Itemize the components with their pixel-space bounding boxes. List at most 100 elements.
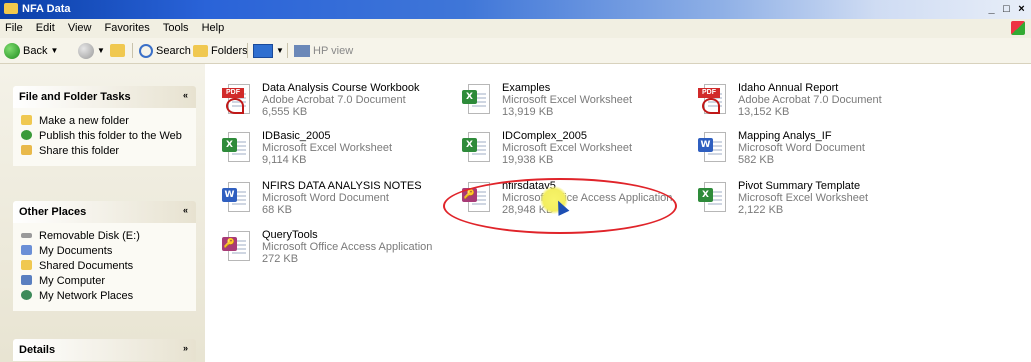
file-size: 2,122 KB: [738, 204, 784, 216]
details-header[interactable]: Details »: [13, 339, 196, 361]
toolbar-separator: [287, 43, 288, 58]
search-button[interactable]: Search: [139, 42, 191, 59]
forward-button[interactable]: ▼: [78, 42, 105, 59]
file-item[interactable]: PDF Idaho Annual Report Adobe Acrobat 7.…: [698, 82, 928, 126]
place-my-computer[interactable]: My Computer: [19, 275, 190, 287]
back-button[interactable]: Back ▼: [4, 42, 58, 59]
file-item[interactable]: PDF Data Analysis Course Workbook Adobe …: [222, 82, 452, 126]
file-item[interactable]: X Pivot Summary Template Microsoft Excel…: [698, 180, 928, 224]
file-item[interactable]: 🔑 QueryTools Microsoft Office Access App…: [222, 229, 452, 273]
chevron-down-icon: ▼: [97, 46, 105, 55]
details-title: Details: [19, 344, 56, 356]
file-size: 19,938 KB: [502, 154, 554, 166]
word-icon: W: [222, 182, 252, 214]
file-size: 582 KB: [738, 154, 775, 166]
file-name: NFIRS DATA ANALYSIS NOTES: [262, 180, 422, 192]
menu-file[interactable]: File: [0, 19, 28, 34]
file-item[interactable]: W Mapping Analys_IF Microsoft Word Docum…: [698, 130, 928, 174]
excel-icon: X: [462, 84, 492, 116]
menu-favorites[interactable]: Favorites: [100, 19, 155, 34]
excel-icon: X: [462, 132, 492, 164]
windows-logo-icon: [1011, 21, 1025, 35]
place-my-documents[interactable]: My Documents: [19, 245, 190, 257]
forward-arrow-icon: [78, 42, 94, 59]
file-type: Microsoft Word Document: [738, 142, 865, 154]
folders-button[interactable]: Folders: [193, 42, 248, 59]
menu-help[interactable]: Help: [197, 19, 230, 34]
file-size: 13,919 KB: [502, 106, 554, 118]
shared-documents-icon: [21, 260, 32, 270]
file-type: Microsoft Word Document: [262, 192, 389, 204]
menu-edit[interactable]: Edit: [31, 19, 60, 34]
hp-view-label: HP view: [313, 44, 354, 57]
excel-icon: X: [222, 132, 252, 164]
file-type: Adobe Acrobat 7.0 Document: [738, 94, 882, 106]
close-button[interactable]: ×: [1014, 2, 1029, 16]
task-pane: File and Folder Tasks « Make a new folde…: [0, 64, 205, 362]
toolbar: Back ▼ ▼ Search Folders ▼ HP view: [0, 38, 1031, 64]
chevron-down-icon: ▼: [50, 46, 59, 55]
task-publish-folder[interactable]: Publish this folder to the Web: [19, 130, 190, 142]
publish-web-icon: [21, 130, 32, 140]
maximize-button[interactable]: □: [999, 2, 1014, 16]
my-documents-icon: [21, 245, 32, 255]
menu-tools[interactable]: Tools: [158, 19, 194, 34]
excel-icon: X: [698, 182, 728, 214]
other-places-header[interactable]: Other Places «: [13, 201, 196, 223]
network-places-icon: [21, 290, 32, 300]
expand-chevron-icon[interactable]: »: [183, 343, 188, 353]
removable-disk-icon: [21, 233, 32, 238]
back-arrow-icon: [4, 42, 20, 59]
task-make-new-folder[interactable]: Make a new folder: [19, 115, 190, 127]
place-label: My Network Places: [39, 290, 134, 302]
file-type: Microsoft Excel Worksheet: [262, 142, 393, 154]
word-icon: W: [698, 132, 728, 164]
place-my-network-places[interactable]: My Network Places: [19, 290, 190, 302]
file-name: Examples: [502, 82, 551, 94]
views-button[interactable]: ▼: [253, 42, 284, 59]
file-type: Microsoft Excel Worksheet: [738, 192, 869, 204]
collapse-chevron-icon[interactable]: «: [183, 205, 188, 215]
hp-view-button[interactable]: HP view: [294, 42, 353, 59]
minimize-button[interactable]: _: [984, 2, 999, 16]
file-size: 9,114 KB: [262, 154, 307, 166]
file-item[interactable]: X Examples Microsoft Excel Worksheet 13,…: [462, 82, 692, 126]
task-share-folder[interactable]: Share this folder: [19, 145, 190, 157]
file-type: Microsoft Office Access Application: [262, 241, 433, 253]
other-places-panel: Other Places « Removable Disk (E:) My Do…: [13, 201, 196, 311]
collapse-chevron-icon[interactable]: «: [183, 90, 188, 100]
up-folder-button[interactable]: [110, 42, 125, 59]
task-label: Publish this folder to the Web: [39, 130, 182, 142]
file-folder-tasks-header[interactable]: File and Folder Tasks «: [13, 86, 196, 108]
place-label: Shared Documents: [39, 260, 134, 272]
hp-view-icon: [294, 44, 310, 57]
chevron-down-icon: ▼: [276, 46, 284, 55]
place-removable-disk[interactable]: Removable Disk (E:): [19, 230, 190, 242]
file-item[interactable]: X IDComplex_2005 Microsoft Excel Workshe…: [462, 130, 692, 174]
toolbar-separator: [247, 43, 248, 58]
file-name: Mapping Analys_IF: [738, 130, 832, 142]
place-label: My Computer: [39, 275, 106, 287]
file-size: 272 KB: [262, 253, 299, 265]
place-shared-documents[interactable]: Shared Documents: [19, 260, 190, 272]
file-name: IDComplex_2005: [502, 130, 587, 142]
file-name: QueryTools: [262, 229, 318, 241]
views-icon: [253, 43, 273, 58]
file-item[interactable]: W NFIRS DATA ANALYSIS NOTES Microsoft Wo…: [222, 180, 452, 224]
file-item[interactable]: X IDBasic_2005 Microsoft Excel Worksheet…: [222, 130, 452, 174]
pdf-icon: PDF: [222, 84, 252, 116]
back-label: Back: [23, 44, 48, 57]
menu-view[interactable]: View: [63, 19, 97, 34]
toolbar-separator: [132, 43, 133, 58]
window-title: NFA Data: [22, 3, 71, 15]
file-size: 6,555 KB: [262, 106, 308, 118]
place-label: My Documents: [39, 245, 113, 257]
title-bar: NFA Data _ □ ×: [0, 0, 1031, 19]
file-name: Data Analysis Course Workbook: [262, 82, 420, 94]
file-name: Idaho Annual Report: [738, 82, 839, 94]
folder-up-icon: [110, 44, 125, 57]
folders-icon: [193, 44, 208, 57]
details-panel: Details »: [13, 339, 196, 361]
file-name: Pivot Summary Template: [738, 180, 861, 192]
pdf-icon: PDF: [698, 84, 728, 116]
